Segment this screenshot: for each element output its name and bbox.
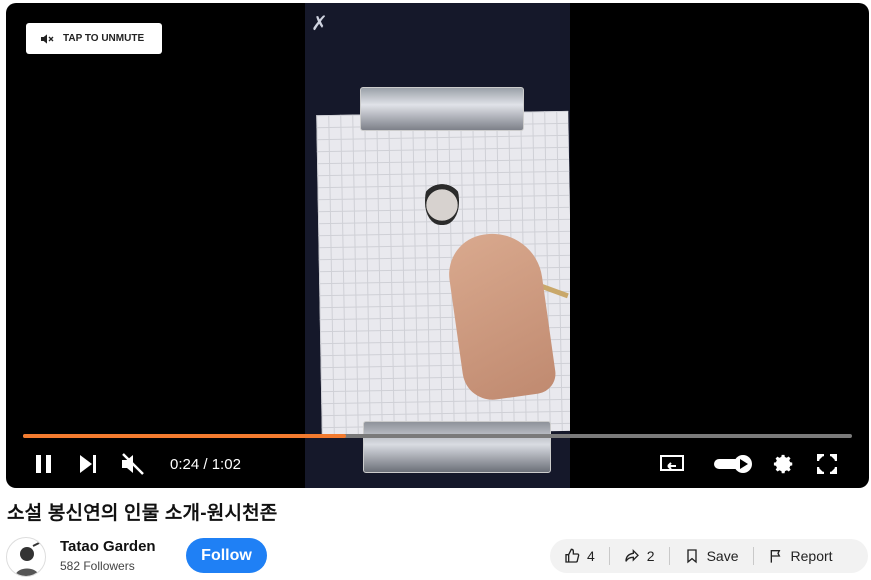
mute-icon (122, 453, 144, 475)
like-count: 4 (587, 548, 595, 564)
share-button[interactable]: 2 (608, 547, 669, 565)
save-button[interactable]: Save (668, 547, 753, 565)
report-button[interactable]: Report (752, 547, 847, 565)
flag-icon (770, 550, 780, 563)
mute-button[interactable] (119, 448, 145, 480)
sketch-portrait (425, 175, 459, 225)
follow-button[interactable]: Follow (186, 538, 267, 573)
pause-icon (36, 455, 51, 473)
share-arrow-icon (625, 549, 639, 562)
next-icon (80, 455, 96, 473)
progress-bar[interactable] (23, 434, 852, 438)
settings-gear-icon (773, 454, 793, 474)
time-display: 0:24 / 1:02 (170, 448, 241, 480)
video-player[interactable]: ✗ TAP TO UNMUTE 0:24 / 1:02 (6, 3, 869, 488)
follower-count: 582 Followers (60, 559, 135, 573)
tap-to-unmute-button[interactable]: TAP TO UNMUTE (26, 23, 162, 54)
video-title: 소설 봉신연의 인물 소개-원시천존 (7, 503, 278, 524)
channel-name[interactable]: Tatao Garden (60, 538, 156, 555)
watermark-icon: ✗ (311, 13, 328, 35)
like-button[interactable]: 4 (550, 547, 609, 565)
time-current: 0:24 (170, 455, 200, 473)
player-controls: 0:24 / 1:02 (6, 448, 869, 480)
fullscreen-icon (817, 454, 837, 474)
autoplay-toggle[interactable] (713, 448, 753, 480)
settings-button[interactable] (772, 448, 796, 480)
unmute-label: TAP TO UNMUTE (63, 33, 145, 44)
fullscreen-button[interactable] (815, 448, 839, 480)
next-button[interactable] (76, 448, 100, 480)
save-label: Save (706, 548, 739, 564)
time-total: 1:02 (211, 455, 241, 473)
video-frame: ✗ (305, 3, 570, 488)
bookmark-icon (686, 549, 697, 564)
cast-button[interactable] (659, 448, 685, 480)
report-label: Report (790, 548, 833, 564)
thumbs-up-icon (565, 548, 580, 563)
autoplay-toggle-icon (714, 455, 752, 473)
cast-icon (660, 455, 684, 471)
paper-weight-top (360, 87, 524, 131)
progress-fill (23, 434, 347, 438)
time-separator: / (203, 455, 208, 473)
share-count: 2 (646, 548, 655, 564)
muted-speaker-icon (41, 33, 54, 44)
action-bar: 4 2 Save Report (550, 539, 868, 573)
channel-avatar[interactable] (6, 537, 46, 577)
pause-button[interactable] (32, 448, 56, 480)
